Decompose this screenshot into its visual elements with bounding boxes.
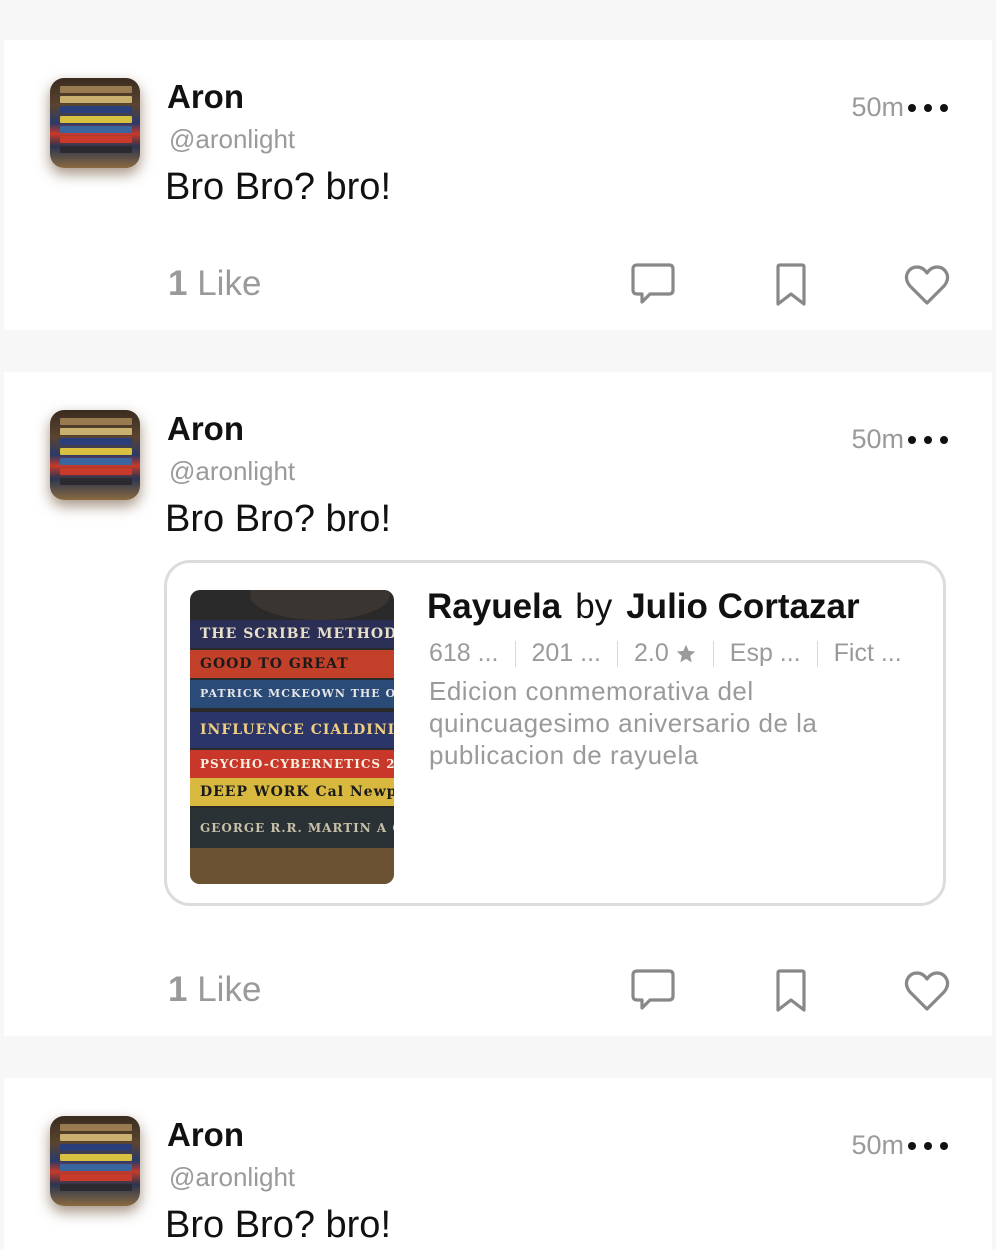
star-icon	[675, 643, 697, 665]
like-count[interactable]: 1 Like	[168, 970, 261, 1010]
like-count-label: Like	[197, 264, 262, 303]
cover-spine: PSYCHO-CYBERNETICS 2000	[190, 750, 394, 778]
author-handle[interactable]: @aronlight	[169, 1162, 295, 1193]
cover-spine: THE SCRIBE METHOD	[190, 620, 394, 648]
post-timestamp: 50m	[851, 424, 904, 454]
more-options-icon[interactable]	[908, 1136, 948, 1156]
cover-spine: INFLUENCE CIALDINI, PH.D.	[190, 712, 394, 748]
cover-spine: PATRICK MCKEOWN THE OXYGEN ADVANTAGE	[190, 680, 394, 708]
divider	[617, 640, 618, 667]
book-description: Edicion conmemorativa del quincuagesimo …	[429, 676, 818, 770]
comment-icon[interactable]	[628, 966, 678, 1016]
bookmark-icon[interactable]	[766, 966, 816, 1016]
feed-post: Aron @aronlight 50m Bro Bro? bro!	[4, 1078, 992, 1250]
more-options-icon[interactable]	[908, 98, 948, 118]
cover-spine: GEORGE R.R. MARTIN A Game of Thrones	[190, 808, 394, 848]
divider	[712, 640, 714, 667]
comment-icon[interactable]	[628, 260, 678, 310]
book-year: 201 ...	[531, 639, 602, 667]
post-text: Bro Bro? bro!	[165, 166, 391, 208]
book-cover[interactable]: THE SCRIBE METHOD GOOD TO GREAT PATRICK …	[190, 590, 394, 884]
like-count-number: 1	[168, 264, 188, 303]
post-text: Bro Bro? bro!	[165, 498, 391, 540]
book-title-row: Rayuela by Julio Cortazar	[427, 587, 860, 627]
avatar[interactable]	[50, 1116, 140, 1206]
avatar[interactable]	[50, 410, 140, 500]
post-text: Bro Bro? bro!	[165, 1204, 391, 1246]
book-author[interactable]: Julio Cortazar	[626, 587, 859, 626]
author-handle[interactable]: @aronlight	[169, 124, 295, 155]
heart-icon[interactable]	[902, 260, 952, 310]
cover-spine: DEEP WORK Cal Newport	[190, 778, 394, 806]
book-rating: 2.0	[634, 639, 669, 667]
author-name[interactable]: Aron	[167, 1116, 244, 1154]
book-genre: Fict ...	[833, 639, 902, 667]
divider	[514, 640, 516, 667]
book-title[interactable]: Rayuela	[427, 587, 561, 626]
book-meta: 618 ... 201 ... 2.0 Esp ... Fict ...	[429, 639, 902, 668]
like-count-number: 1	[168, 970, 188, 1009]
feed-post: Aron @aronlight 50m Bro Bro? bro! 1 Like	[4, 40, 992, 330]
heart-icon[interactable]	[902, 966, 952, 1016]
post-timestamp: 50m	[851, 92, 904, 122]
feed-post: Aron @aronlight 50m Bro Bro? bro! THE SC…	[4, 372, 992, 1036]
book-card[interactable]: THE SCRIBE METHOD GOOD TO GREAT PATRICK …	[164, 560, 946, 906]
like-count[interactable]: 1 Like	[168, 264, 261, 304]
author-handle[interactable]: @aronlight	[169, 456, 295, 487]
cover-spine: GOOD TO GREAT	[190, 650, 394, 678]
post-timestamp: 50m	[851, 1130, 904, 1160]
by-label: by	[575, 587, 613, 626]
author-name[interactable]: Aron	[167, 78, 244, 116]
book-pages: 618 ...	[429, 639, 499, 667]
author-name[interactable]: Aron	[167, 410, 244, 448]
more-options-icon[interactable]	[908, 430, 948, 450]
bookmark-icon[interactable]	[766, 260, 816, 310]
book-language: Esp ...	[729, 639, 801, 667]
like-count-label: Like	[197, 970, 262, 1009]
divider	[816, 640, 818, 667]
avatar[interactable]	[50, 78, 140, 168]
